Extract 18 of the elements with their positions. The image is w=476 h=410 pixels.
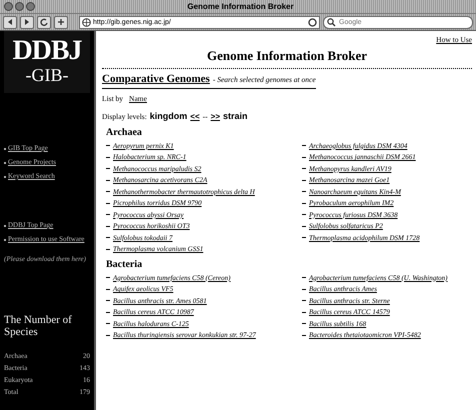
forward-icon[interactable]: [20, 16, 34, 28]
logo-text: DDBJ: [11, 37, 83, 65]
level-to: strain: [222, 111, 248, 121]
group-heading: Archaea: [106, 127, 143, 138]
logo-subtext: -GIB-: [24, 65, 70, 85]
next-level-link[interactable]: >>: [210, 112, 220, 121]
refresh-icon[interactable]: [308, 18, 317, 26]
level-from: kingdom: [150, 111, 188, 121]
add-icon[interactable]: [54, 16, 68, 28]
species-heading: The Number of Species: [4, 314, 73, 338]
reload-icon[interactable]: [37, 16, 51, 28]
page-title: Genome Information Broker: [102, 48, 472, 69]
group-heading: Bacteria: [106, 259, 144, 270]
section-link[interactable]: Comparative Genomes: [102, 73, 210, 85]
globe-icon: [82, 18, 91, 26]
back-icon[interactable]: [3, 16, 17, 28]
previous-level-link[interactable]: <<: [190, 112, 200, 121]
window-title: Genome Information Broker: [186, 2, 295, 11]
